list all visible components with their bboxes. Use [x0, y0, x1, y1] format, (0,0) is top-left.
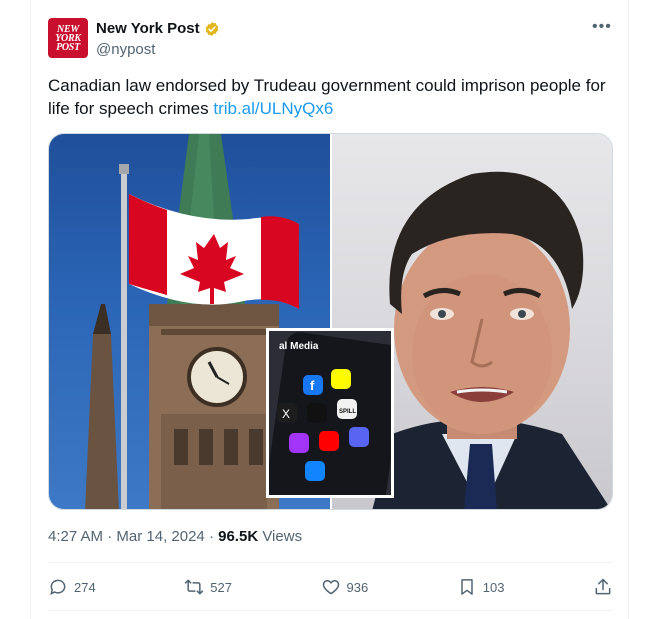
repost-count: 527	[210, 579, 232, 595]
svg-text:f: f	[310, 378, 315, 393]
reply-button[interactable]: 274	[48, 577, 96, 597]
tweet-link[interactable]: trib.al/ULNyQx6	[213, 99, 333, 118]
nypost-logo: NEW YORK POST	[55, 23, 81, 53]
action-bar: 274 527 936 103	[48, 574, 613, 600]
author-handle[interactable]: @nypost	[96, 41, 155, 58]
divider-bottom	[48, 610, 613, 611]
views-label: Views	[262, 528, 303, 545]
tweet-meta: 4:27 AM · Mar 14, 2024 · 96.5K Views	[48, 528, 302, 545]
bookmark-count: 103	[482, 579, 505, 595]
tweet-text: Canadian law endorsed by Trudeau governm…	[48, 74, 608, 120]
bookmark-icon	[461, 579, 473, 595]
reply-count: 274	[74, 579, 96, 595]
author-name[interactable]: New York Post	[96, 20, 200, 37]
meta-separator-2: ·	[208, 528, 214, 545]
svg-text:SPILL: SPILL	[339, 409, 356, 415]
bookmark-button[interactable]: 103	[457, 577, 505, 597]
svg-text:X: X	[282, 407, 290, 421]
views-count: 96.5K	[218, 528, 259, 545]
verified-badge-icon	[204, 21, 220, 37]
avatar[interactable]: NEW YORK POST	[48, 18, 88, 58]
divider-top	[48, 562, 613, 563]
share-button[interactable]	[593, 577, 613, 597]
meta-separator: ·	[107, 528, 113, 545]
share-icon	[595, 578, 611, 595]
repost-button[interactable]: 527	[184, 577, 232, 597]
repost-icon	[185, 579, 204, 595]
social-media-phone-inset: al Media f X SPILL	[266, 328, 394, 498]
like-button[interactable]: 936	[321, 577, 369, 597]
tweet-media[interactable]: al Media f X SPILL	[48, 133, 613, 510]
tweet-date[interactable]: Mar 14, 2024	[116, 528, 204, 545]
heart-icon	[322, 580, 339, 595]
author-row: New York Post	[96, 20, 220, 37]
like-count: 936	[346, 579, 369, 595]
more-options-icon[interactable]: •••	[592, 18, 612, 36]
reply-icon	[50, 579, 66, 596]
inset-header: al Media	[279, 341, 319, 352]
tweet-time[interactable]: 4:27 AM	[48, 528, 103, 545]
